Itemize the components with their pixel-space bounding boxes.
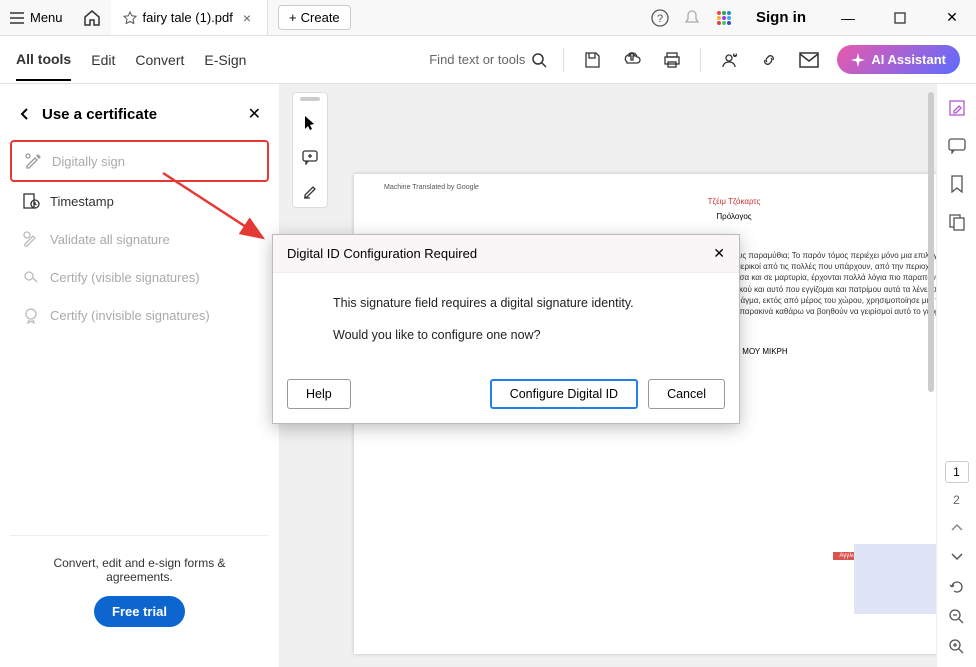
dialog-text-2: Would you like to configure one now? [333, 325, 679, 345]
find-input[interactable]: Find text or tools [429, 52, 547, 68]
signature-field[interactable] [854, 544, 936, 614]
minimize-button[interactable]: — [828, 0, 868, 36]
page-down-icon[interactable] [947, 547, 967, 567]
panel-copy-icon[interactable] [947, 212, 967, 232]
select-tool[interactable] [298, 111, 322, 135]
create-button[interactable]: + Create [278, 5, 351, 30]
pen-sign-icon [24, 152, 42, 170]
ai-assistant-button[interactable]: AI Assistant [837, 45, 960, 74]
highlight-tool[interactable] [298, 179, 322, 203]
ai-label: AI Assistant [871, 52, 946, 67]
timestamp-icon [22, 192, 40, 210]
tab-all-tools[interactable]: All tools [16, 39, 71, 81]
tab-edit[interactable]: Edit [91, 40, 115, 80]
dialog-text-1: This signature field requires a digital … [333, 293, 679, 313]
sidebar-close-button[interactable]: ✕ [248, 104, 261, 124]
email-icon[interactable] [797, 48, 821, 72]
certify-visible-icon [22, 268, 40, 286]
certify-invisible-icon [22, 306, 40, 324]
svg-text:?: ? [657, 13, 663, 25]
print-icon[interactable] [660, 48, 684, 72]
apps-icon[interactable] [714, 8, 734, 28]
panel-bookmark-icon[interactable] [947, 174, 967, 194]
sidebar-item-label: Timestamp [50, 194, 114, 209]
configure-digital-id-button[interactable]: Configure Digital ID [490, 379, 638, 409]
sidebar-footer-text: Convert, edit and e-sign forms & agreeme… [30, 556, 249, 584]
menu-button[interactable]: Menu [0, 0, 73, 35]
page-up-icon[interactable] [947, 517, 967, 537]
sidebar-item-label: Certify (invisible signatures) [50, 308, 210, 323]
search-icon [531, 52, 547, 68]
dialog-close-button[interactable]: ✕ [713, 245, 725, 262]
back-icon[interactable] [18, 107, 32, 121]
signin-button[interactable]: Sign in [746, 9, 816, 26]
sidebar-item-certify-visible[interactable]: Certify (visible signatures) [10, 258, 269, 296]
sidebar-title: Use a certificate [42, 106, 238, 123]
cloud-upload-icon[interactable] [620, 48, 644, 72]
panel-comment-icon[interactable] [947, 136, 967, 156]
sidebar-item-label: Certify (visible signatures) [50, 270, 200, 285]
panel-edit-icon[interactable] [947, 98, 967, 118]
digital-id-dialog: Digital ID Configuration Required ✕ This… [272, 234, 740, 424]
link-icon[interactable] [757, 48, 781, 72]
tab-close-button[interactable]: × [239, 10, 255, 26]
separator [700, 48, 701, 72]
vertical-toolbar [292, 92, 328, 208]
page-current-input[interactable]: 1 [945, 461, 969, 483]
page-total: 2 [953, 493, 960, 507]
menu-label: Menu [30, 10, 63, 25]
dialog-title: Digital ID Configuration Required [287, 246, 477, 261]
help-button[interactable]: Help [287, 379, 351, 409]
zoom-out-icon[interactable] [947, 607, 967, 627]
home-button[interactable] [73, 0, 111, 35]
home-icon [83, 9, 101, 27]
rotate-icon[interactable] [947, 577, 967, 597]
sidebar-item-digitally-sign[interactable]: Digitally sign [10, 140, 269, 182]
sidebar-item-label: Digitally sign [52, 154, 125, 169]
sidebar-item-label: Validate all signature [50, 232, 170, 247]
mt-label: Machine Translated by Google [384, 184, 936, 191]
save-icon[interactable] [580, 48, 604, 72]
plus-icon: + [289, 10, 297, 25]
validate-icon [22, 230, 40, 248]
sparkle-icon [851, 53, 865, 67]
bell-icon[interactable] [682, 8, 702, 28]
comment-tool[interactable] [298, 145, 322, 169]
zoom-in-icon[interactable] [947, 637, 967, 657]
separator [563, 48, 564, 72]
star-icon [123, 11, 137, 25]
vertical-scrollbar[interactable] [928, 92, 934, 392]
close-window-button[interactable]: ✕ [932, 0, 972, 36]
hamburger-icon [10, 12, 24, 24]
cancel-button[interactable]: Cancel [648, 379, 725, 409]
tab-convert[interactable]: Convert [135, 40, 184, 80]
maximize-button[interactable] [880, 0, 920, 36]
drag-handle-icon[interactable] [300, 97, 320, 101]
prologue-text: Πρόλογος [384, 212, 936, 221]
document-tab[interactable]: fairy tale (1).pdf × [111, 0, 269, 35]
find-placeholder: Find text or tools [429, 52, 525, 67]
tab-esign[interactable]: E-Sign [204, 40, 246, 80]
sidebar-item-validate[interactable]: Validate all signature [10, 220, 269, 258]
tab-title: fairy tale (1).pdf [143, 10, 233, 25]
create-label: Create [301, 10, 340, 25]
sidebar-item-certify-invisible[interactable]: Certify (invisible signatures) [10, 296, 269, 334]
free-trial-button[interactable]: Free trial [94, 596, 185, 627]
help-icon[interactable]: ? [650, 8, 670, 28]
share-icon[interactable] [717, 48, 741, 72]
author-text: Τζέιμ Τζόκαρτς [384, 197, 936, 206]
sidebar-item-timestamp[interactable]: Timestamp [10, 182, 269, 220]
